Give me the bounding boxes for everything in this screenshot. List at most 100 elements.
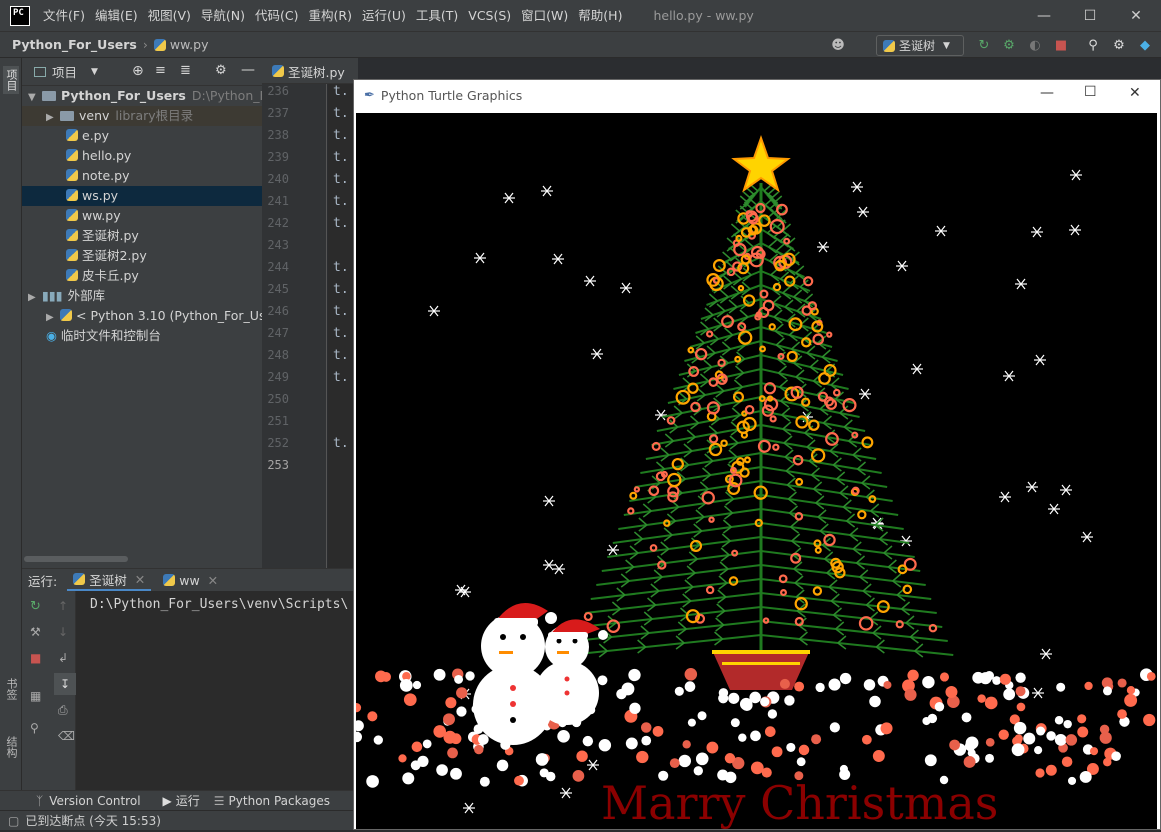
soft-wrap-icon[interactable]: ↲ — [58, 651, 68, 665]
menu-window[interactable]: 窗口(W) — [516, 0, 573, 31]
debug-icon[interactable]: ⚙ — [1001, 37, 1017, 53]
tool-run[interactable]: 运行 — [176, 792, 200, 809]
tree-needle — [883, 545, 893, 554]
tree-needle — [704, 453, 714, 462]
gear-icon[interactable]: ⚙ — [215, 63, 227, 78]
tree-item-external-libs[interactable]: ▶ ▮▮▮ 外部库 — [22, 286, 262, 306]
locate-icon[interactable]: ⊕ — [132, 63, 144, 79]
trash-icon[interactable]: ⌫ — [58, 729, 75, 743]
tree-item-file[interactable]: hello.py — [22, 146, 262, 166]
snowflake — [817, 241, 829, 253]
snow-dot — [572, 770, 585, 782]
scroll-to-end-icon[interactable]: ↧ — [54, 673, 76, 695]
tree-needle — [746, 187, 756, 196]
maximize-icon[interactable]: ☐ — [1084, 84, 1097, 100]
tree-needle — [686, 565, 696, 574]
menu-refactor[interactable]: 重构(R) — [304, 0, 357, 31]
arrow-down-icon[interactable]: ↓ — [58, 625, 68, 639]
menu-navigate[interactable]: 导航(N) — [196, 0, 250, 31]
plugin-icon[interactable]: ◆ — [1137, 37, 1153, 53]
code-line: t. — [333, 216, 349, 231]
stop-icon[interactable]: ■ — [1053, 37, 1069, 53]
snow-dot — [939, 672, 950, 682]
arrow-up-icon[interactable]: ↑ — [58, 599, 68, 613]
tree-item-file[interactable]: e.py — [22, 126, 262, 146]
snow-dot — [880, 722, 893, 735]
breadcrumb-file[interactable]: ww.py — [170, 37, 209, 52]
print-icon[interactable]: ⎙ — [58, 703, 68, 718]
menu-tools[interactable]: 工具(T) — [411, 0, 463, 31]
stop-icon[interactable]: ■ — [30, 651, 41, 665]
run-panel: 运行: 圣诞树 ✕ ww ✕ ↻ ↑ ⚒ ↓ ■ ↲ ↧ ▦ ⎙ ⚲ ⌫ D:\… — [22, 568, 358, 791]
run-tab[interactable]: ww ✕ — [157, 569, 224, 591]
close-icon[interactable]: ✕ — [208, 573, 218, 588]
expand-all-icon[interactable]: ≡ — [155, 63, 166, 78]
user-icon[interactable]: ☻ — [830, 37, 846, 53]
search-icon[interactable]: ⚲ — [1085, 37, 1101, 53]
snow-dot — [366, 775, 379, 788]
tree-item-file[interactable]: 圣诞树2.py — [22, 246, 262, 266]
tree-item-scratches[interactable]: ◉ 临时文件和控制台 — [22, 326, 262, 346]
gear-icon[interactable]: ⚙ — [1111, 37, 1127, 53]
collapse-all-icon[interactable]: ≣ — [180, 63, 191, 78]
snow-dot — [1103, 757, 1112, 767]
tree-item-file-selected[interactable]: ws.py — [22, 186, 262, 206]
minimize-icon[interactable]: — — [1040, 85, 1054, 101]
turtle-canvas[interactable]: Marry Christmas — [351, 113, 1157, 830]
tree-needle — [819, 523, 829, 532]
minimize-icon[interactable]: — — [1021, 0, 1067, 31]
project-panel-title[interactable]: 项目 — [52, 62, 77, 81]
menu-run[interactable]: 运行(U) — [357, 0, 411, 31]
close-icon[interactable]: ✕ — [1129, 85, 1141, 101]
structure-tool-tab[interactable]: 结构 — [3, 736, 19, 758]
tree-needle — [722, 519, 732, 528]
turtle-window-titlebar[interactable]: ✒ Python Turtle Graphics — ☐ ✕ — [354, 80, 1160, 111]
run-tab-active[interactable]: 圣诞树 ✕ — [67, 569, 152, 591]
project-tool-tab[interactable]: 项目 — [3, 66, 19, 94]
console-output[interactable]: D:\Python_For_Users\venv\Scripts\ — [90, 597, 348, 612]
tree-needle — [695, 335, 705, 344]
hide-icon[interactable]: — — [241, 62, 255, 78]
wrench-icon[interactable]: ⚒ — [30, 625, 41, 639]
maximize-icon[interactable]: ☐ — [1067, 0, 1113, 31]
menu-code[interactable]: 代码(C) — [250, 0, 303, 31]
chevron-down-icon[interactable]: ▼ — [91, 67, 98, 77]
snow-dot — [1003, 688, 1016, 701]
tree-item-file[interactable]: note.py — [22, 166, 262, 186]
snow-dot — [1117, 709, 1127, 719]
code-line: t. — [333, 260, 349, 275]
tree-root[interactable]: ▼ Python_For_Users D:\Python_For_ — [22, 86, 262, 106]
snow-dot — [1061, 756, 1073, 768]
menu-help[interactable]: 帮助(H) — [573, 0, 627, 31]
horizontal-scrollbar[interactable] — [24, 556, 128, 562]
menu-vcs[interactable]: VCS(S) — [463, 0, 516, 31]
turtle-window: ✒ Python Turtle Graphics — ☐ ✕ Marry Chr… — [351, 79, 1161, 830]
tree-item-file[interactable]: 圣诞树.py — [22, 226, 262, 246]
tree-item-file[interactable]: 皮卡丘.py — [22, 266, 262, 286]
breadcrumb-project[interactable]: Python_For_Users — [12, 37, 137, 52]
close-icon[interactable]: ✕ — [135, 572, 145, 587]
rerun-icon[interactable]: ↻ — [30, 599, 41, 614]
run-config-select[interactable]: 圣诞树 ▼ — [876, 35, 964, 56]
coverage-icon[interactable]: ◐ — [1027, 37, 1043, 53]
tool-version-control[interactable]: Version Control — [49, 794, 140, 808]
layout-icon[interactable]: ▦ — [30, 689, 41, 703]
snow-dot — [545, 771, 556, 782]
code-line: t. — [333, 348, 349, 363]
tool-python-packages[interactable]: Python Packages — [229, 794, 330, 808]
pin-icon[interactable]: ⚲ — [30, 721, 39, 735]
menu-view[interactable]: 视图(V) — [143, 0, 196, 31]
tree-item-python-sdk[interactable]: ▶ < Python 3.10 (Python_For_Use — [22, 306, 262, 326]
tab-file[interactable]: 圣诞树.py — [262, 58, 345, 84]
tree-needle — [699, 373, 709, 382]
menu-file[interactable]: 文件(F) — [38, 0, 90, 31]
bookmarks-tool-tab[interactable]: 书签 — [3, 678, 19, 700]
ornament — [772, 282, 782, 292]
tree-item-venv[interactable]: ▶ venv library根目录 — [22, 106, 262, 126]
menu-edit[interactable]: 编辑(E) — [90, 0, 143, 31]
tree-item-file[interactable]: ww.py — [22, 206, 262, 226]
rerun-icon[interactable]: ↻ — [976, 37, 992, 53]
snow-dot — [616, 688, 627, 700]
close-icon[interactable]: ✕ — [1113, 0, 1159, 31]
ornament — [606, 619, 621, 633]
